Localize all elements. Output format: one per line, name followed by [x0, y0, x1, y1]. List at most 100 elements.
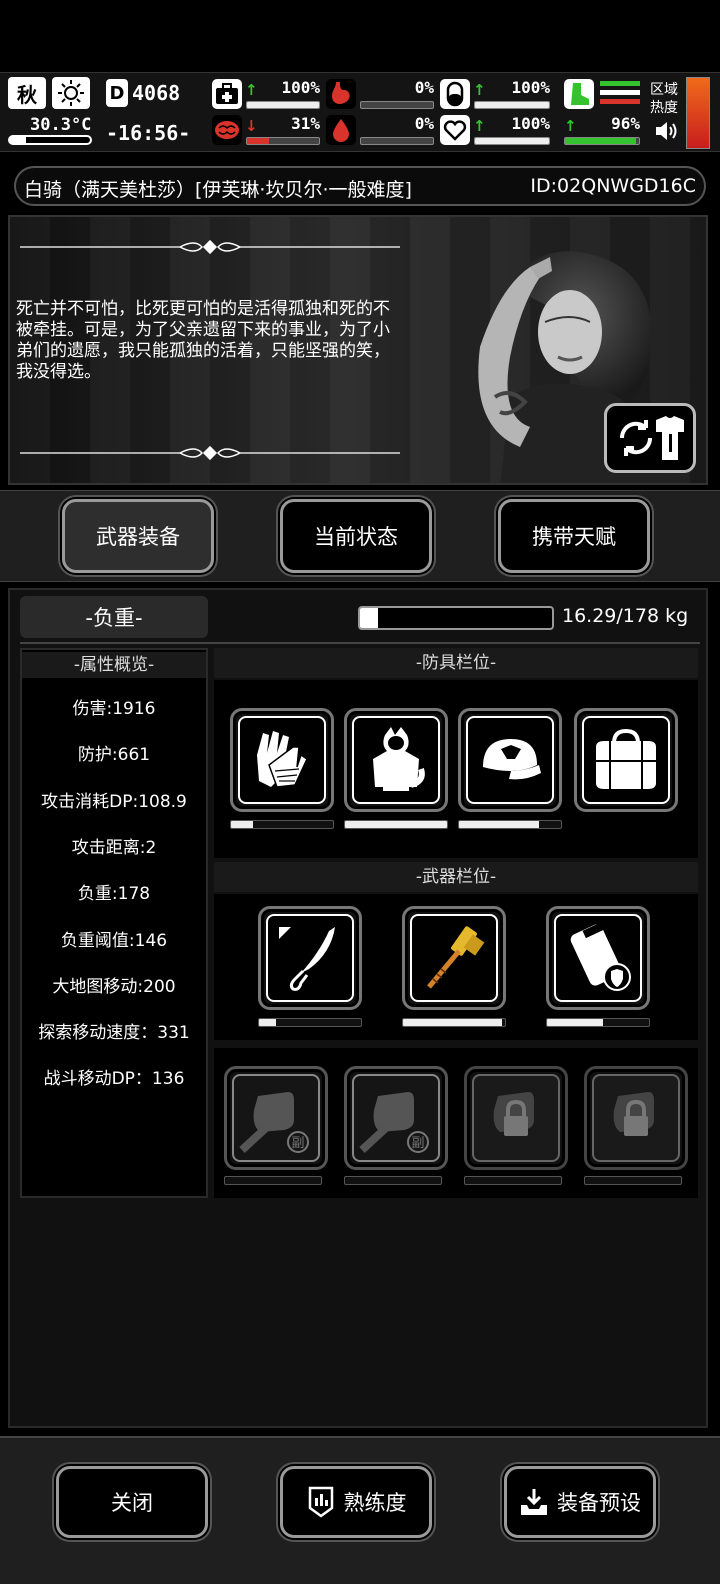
armor-slot-gloves[interactable] [230, 708, 334, 812]
bleeding-value: 0% [414, 114, 434, 133]
gloves-icon [257, 731, 308, 788]
heart-icon [440, 115, 470, 145]
download-tray-icon [521, 1489, 547, 1515]
character-header: 白骑（满天美杜莎）[伊芙琳·坎贝尔·一般难度] ID:02QNWGD16C [14, 166, 706, 206]
proficiency-icon [308, 1486, 333, 1518]
stat-stamina [564, 77, 640, 111]
locked-slot-2[interactable] [584, 1066, 688, 1170]
equipment-panel: -负重- 16.29/178 kg -属性概览- 伤害:1916 防护:661 … [8, 588, 708, 1428]
clock-readout: -16:56- [106, 121, 191, 145]
proficiency-button[interactable]: 熟练度 [280, 1466, 432, 1538]
weapon-durability-bar [258, 1018, 362, 1027]
curved-blade-icon [279, 927, 335, 991]
immunity-bar [474, 101, 550, 109]
attr-load-threshold: 负重阈值:146 [60, 931, 168, 951]
attr-attack-range: 攻击距离:2 [71, 838, 157, 858]
tab-bar: 武器装备 当前状态 携带天赋 [0, 490, 720, 582]
secondary-slot-1[interactable]: 副 [224, 1066, 328, 1170]
health-value: 100% [281, 78, 320, 97]
golden-hammer-icon [427, 926, 485, 989]
attribute-title: -属性概览- [22, 652, 206, 678]
tab-weapons-equipment[interactable]: 武器装备 [62, 499, 214, 573]
stamina-bars [600, 81, 640, 104]
shield-pack-icon [570, 923, 631, 991]
day-counter: 4068 [132, 81, 181, 105]
stat-health: ↑ 100% [212, 77, 320, 111]
equipment-preset-button[interactable]: 装备预设 [504, 1466, 656, 1538]
trend-up-icon: ↑ [473, 81, 486, 99]
locked-slot-bar [464, 1176, 562, 1185]
attr-damage: 伤害:1916 [72, 699, 156, 719]
weapon-slots [214, 894, 698, 1040]
energy-value: 96% [611, 114, 640, 133]
energy-bar [564, 137, 640, 145]
armor-slot-bag[interactable] [574, 708, 678, 812]
hunger-value: 0% [414, 78, 434, 97]
character-name: 白骑（满天美杜莎）[伊芙琳·坎贝尔·一般难度] [24, 179, 412, 201]
weapon-slot-hammer[interactable] [402, 906, 506, 1010]
trend-up-icon: ↑ [564, 117, 577, 135]
trend-up-icon: ↑ [245, 81, 258, 99]
mood-value: 100% [511, 114, 550, 133]
locked-slot-1[interactable] [464, 1066, 568, 1170]
attr-load: 负重:178 [77, 884, 151, 904]
trend-down-icon: ↓ [245, 117, 258, 135]
stat-mood: ↑ 100% [440, 113, 550, 147]
weapon-slots-title: -武器栏位- [214, 862, 698, 892]
blood-drop-icon [326, 115, 356, 145]
immunity-value: 100% [511, 78, 550, 97]
stat-hunger: 0% [326, 77, 434, 111]
weapon-slot-blade[interactable] [258, 906, 362, 1010]
pill-icon [440, 79, 470, 109]
tab-current-status[interactable]: 当前状态 [280, 499, 432, 573]
stomach-icon [326, 79, 356, 109]
character-id: ID:02QNWGD16C [530, 175, 696, 197]
character-quote: 死亡并不可怕，比死更可怕的是活得孤独和死的不被牵挂。可是，为了父亲遗留下来的事业… [16, 299, 390, 382]
status-hud: 秋 30.3°C D 4068 -16:56- ↑ 100% 0% ↑ 100%… [0, 72, 720, 152]
tab-talents[interactable]: 携带天赋 [498, 499, 650, 573]
attr-explore-speed: 探索移动速度：331 [38, 1023, 190, 1043]
armor-durability-bar [458, 820, 562, 829]
weight-progress-bar [358, 606, 554, 630]
locked-slot-bar [584, 1176, 682, 1185]
close-label: 关闭 [111, 1491, 153, 1515]
stat-immunity: ↑ 100% [440, 77, 550, 111]
boot-icon [564, 79, 594, 109]
change-outfit-button[interactable] [604, 403, 696, 473]
secondary-slot-bar [344, 1176, 442, 1185]
weapon-slot-shield-pack[interactable] [546, 906, 650, 1010]
medkit-icon [212, 79, 242, 109]
secondary-slot-2[interactable]: 副 [344, 1066, 448, 1170]
thermometer-icon [8, 135, 92, 145]
svg-text:副: 副 [291, 1136, 304, 1151]
lock-icon [613, 1092, 654, 1136]
armor-durability-bar [230, 820, 334, 829]
lock-icon [493, 1092, 534, 1136]
footer-bar: 关闭 熟练度 装备预设 [0, 1436, 720, 1584]
stat-sanity: ↓ 31% [212, 113, 320, 147]
bag-icon [596, 728, 656, 789]
ornament-top-icon [20, 239, 400, 255]
attribute-overview: -属性概览- 伤害:1916 防护:661 攻击消耗DP:108.9 攻击距离:… [20, 648, 208, 1198]
svg-text:副: 副 [411, 1136, 424, 1151]
hoodie-icon [373, 727, 425, 791]
armor-durability-bar [344, 820, 448, 829]
ornament-bottom-icon [20, 445, 400, 461]
health-bar [246, 101, 320, 109]
armor-slot-hoodie[interactable] [344, 708, 448, 812]
secondary-slot-bar [224, 1176, 322, 1185]
stat-energy: ↑ 96% [564, 113, 640, 147]
speaker-icon[interactable] [654, 119, 680, 143]
close-button[interactable]: 关闭 [56, 1466, 208, 1538]
bleeding-bar [360, 137, 434, 145]
stat-bleeding: 0% [326, 113, 434, 147]
temperature-readout: 30.3°C [30, 115, 92, 135]
weather-sun-icon [52, 77, 90, 109]
hunger-bar [360, 101, 434, 109]
mood-bar [474, 137, 550, 145]
armor-slots [214, 680, 698, 858]
armor-slot-cap[interactable] [458, 708, 562, 812]
extra-slots: 副 副 [214, 1048, 698, 1198]
attr-world-map-move: 大地图移动:200 [52, 977, 176, 997]
fist-icon: 副 [359, 1092, 429, 1153]
